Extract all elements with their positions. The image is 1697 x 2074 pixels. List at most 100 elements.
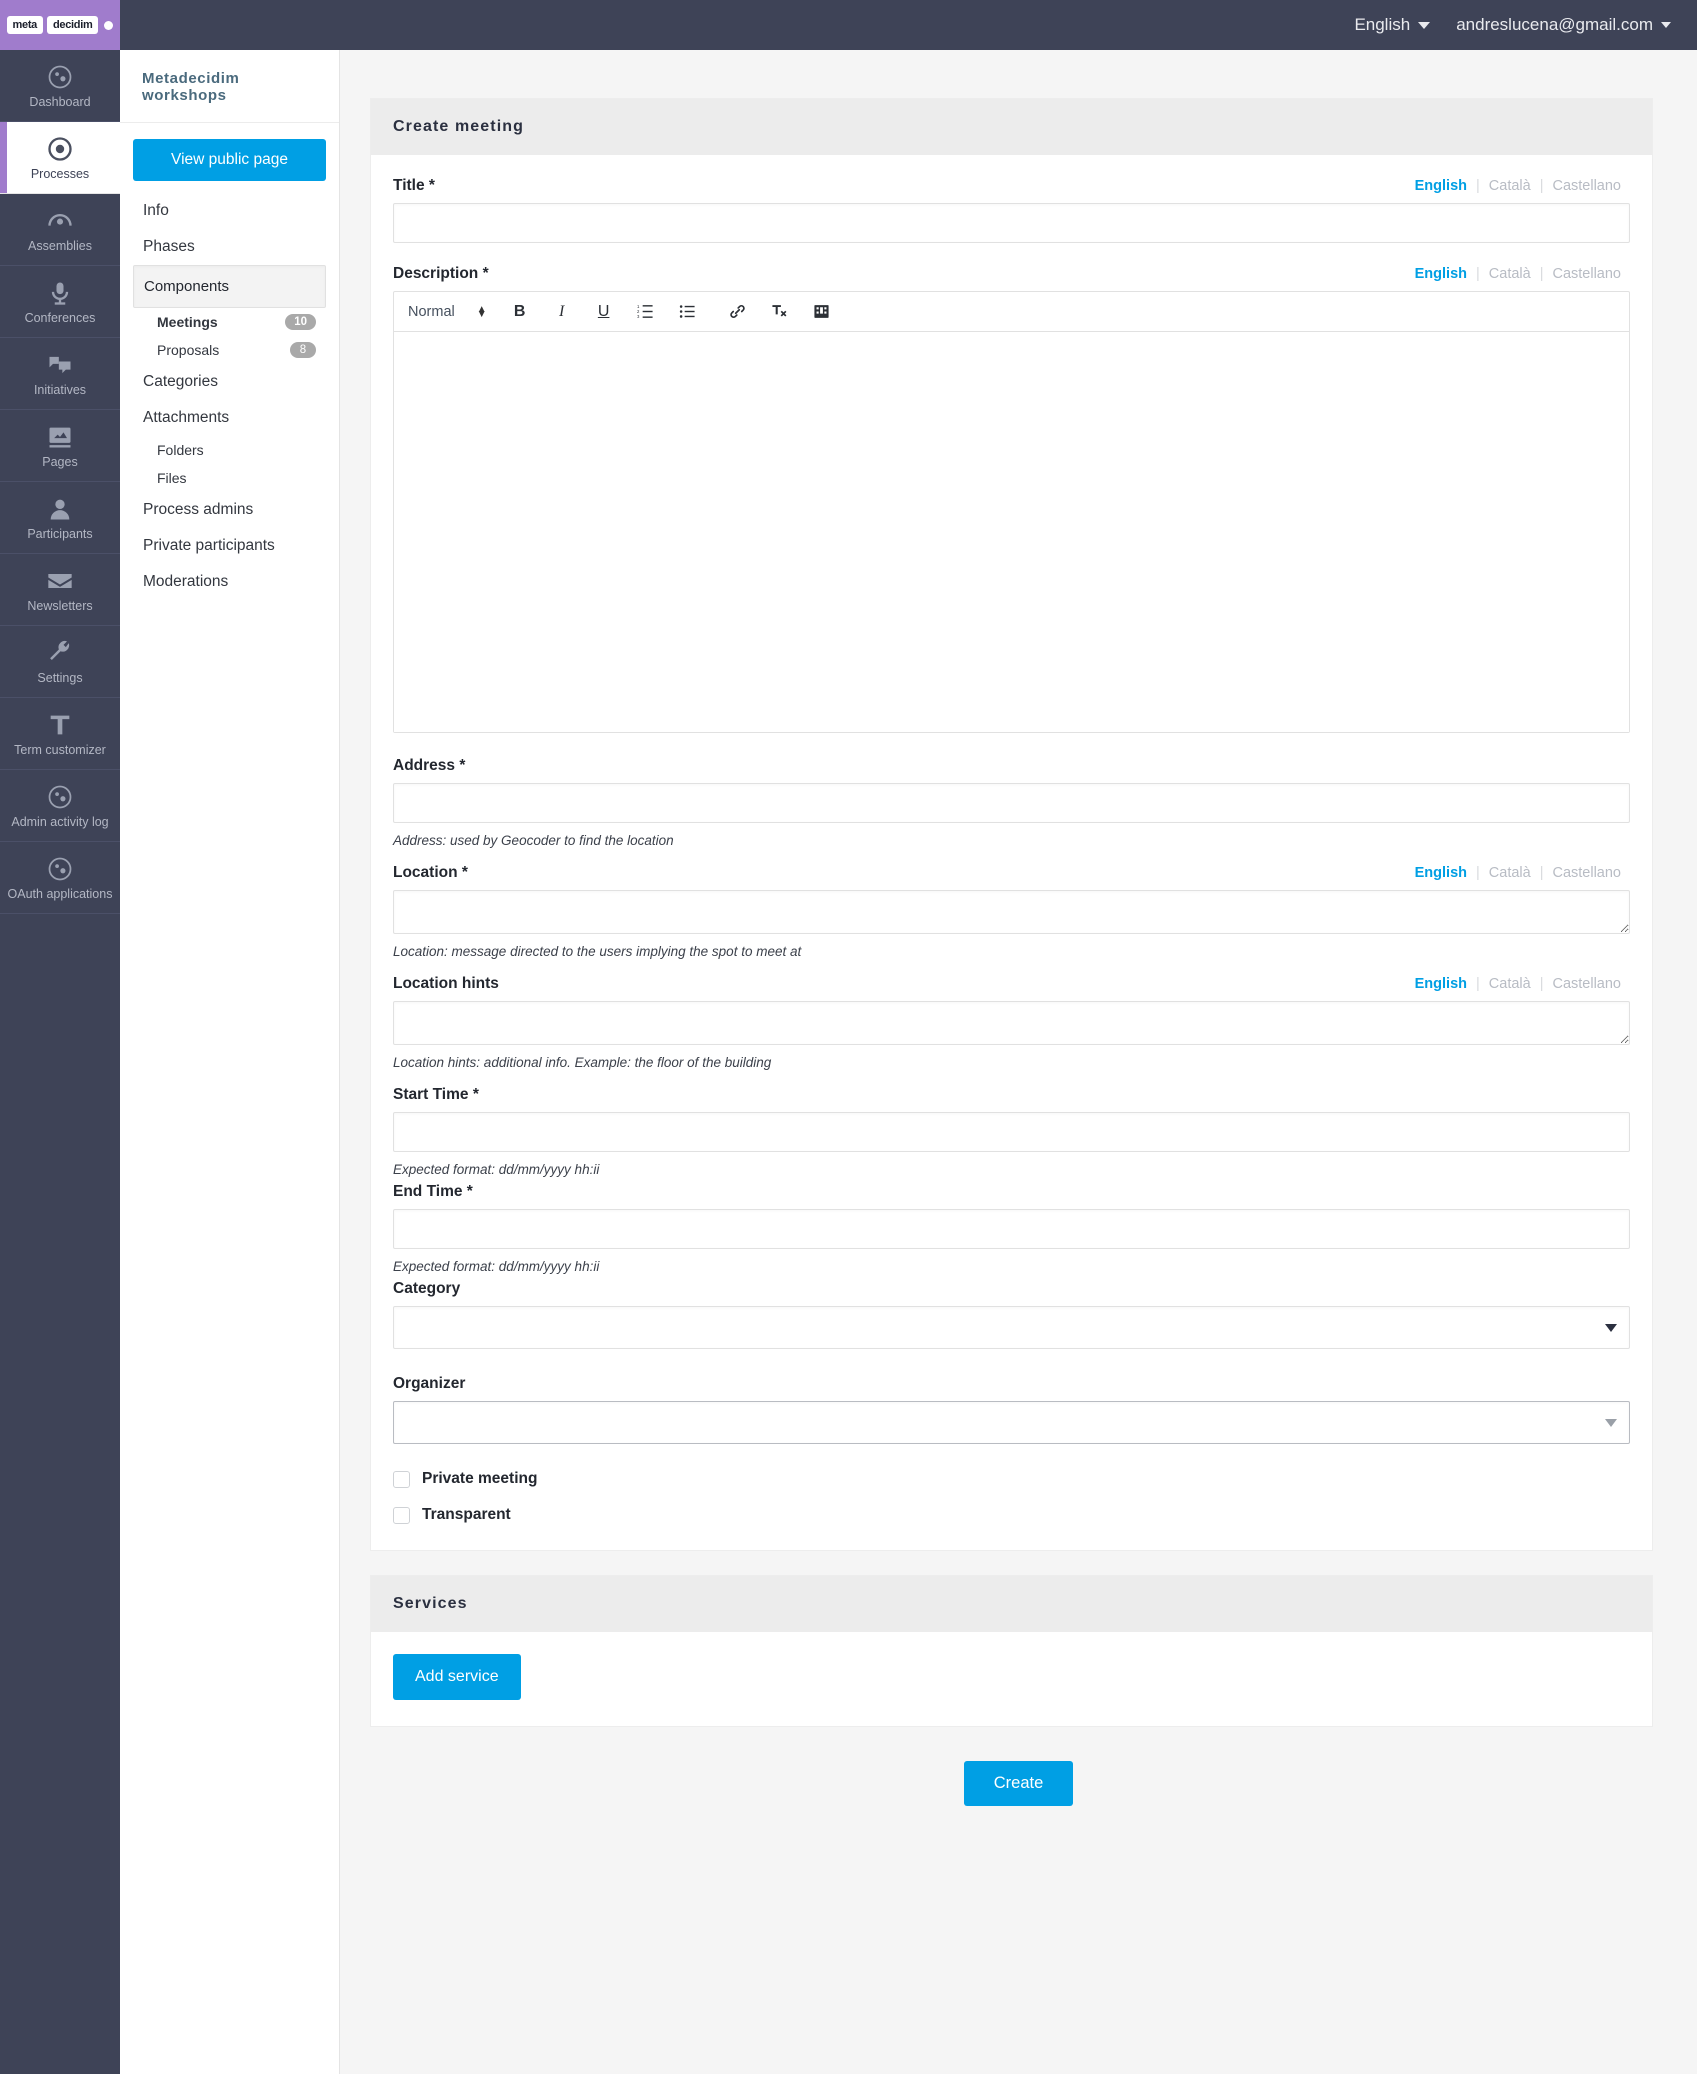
sidebar-item-components[interactable]: Components [133, 265, 326, 308]
address-input[interactable] [393, 783, 1630, 823]
description-editor: Normal ▲ ▼ B I U 123 [393, 291, 1630, 733]
sidebar-item-private-participants[interactable]: Private participants [133, 528, 326, 564]
location-field: Location * English | Català | Castellano… [393, 864, 1630, 959]
video-icon[interactable] [807, 299, 837, 325]
format-select[interactable]: Normal ▲ ▼ [404, 304, 499, 320]
sidebar-item-categories[interactable]: Categories [133, 364, 326, 400]
clear-format-icon[interactable] [765, 299, 795, 325]
sidebar-item-initiatives[interactable]: Initiatives [0, 338, 120, 410]
end-time-input[interactable] [393, 1209, 1630, 1249]
transparent-row[interactable]: Transparent [393, 1506, 1630, 1524]
location-hint: Location: message directed to the users … [393, 944, 802, 959]
organizer-select-wrap [393, 1401, 1630, 1444]
underline-button[interactable]: U [589, 299, 619, 325]
lang-tab-english[interactable]: English [1406, 266, 1476, 282]
description-editor-area[interactable] [394, 332, 1629, 732]
nav-label: Info [143, 202, 169, 219]
sidebar-item-folders[interactable]: Folders [133, 436, 326, 464]
location-hints-field-head: Location hints English | Català | Castel… [393, 975, 1630, 993]
bullet-list-icon[interactable] [673, 299, 703, 325]
start-time-input[interactable] [393, 1112, 1630, 1152]
address-label: Address * [393, 757, 465, 775]
brand-logo[interactable]: meta decidim [0, 0, 120, 50]
top-bar-right: English andreslucena@gmail.com [1354, 15, 1697, 35]
location-label: Location * [393, 864, 468, 882]
sidebar-item-conferences[interactable]: Conferences [0, 266, 120, 338]
language-selector[interactable]: English [1354, 15, 1431, 35]
sidebar-item-admin-activity-log[interactable]: Admin activity log [0, 770, 120, 842]
sidebar-item-attachments[interactable]: Attachments [133, 400, 326, 436]
sidebar-item-assemblies[interactable]: Assemblies [0, 194, 120, 266]
brand-word-meta: meta [6, 16, 43, 34]
lang-tab-catala[interactable]: Català [1480, 178, 1540, 194]
main-sidebar: Dashboard Processes Assemblies Conferenc… [0, 50, 120, 2074]
submit-area: Create [340, 1727, 1697, 1866]
sidebar-item-proposals[interactable]: Proposals 8 [133, 336, 326, 364]
sidebar-item-info[interactable]: Info [133, 193, 326, 229]
lang-tab-english[interactable]: English [1406, 976, 1476, 992]
lang-tab-castellano[interactable]: Castellano [1543, 178, 1630, 194]
nav-label: Private participants [143, 537, 275, 554]
brand-dot-icon [104, 20, 114, 30]
sidebar-item-oauth-applications[interactable]: OAuth applications [0, 842, 120, 914]
required-marker: * [482, 265, 489, 282]
sidebar-item-files[interactable]: Files [133, 464, 326, 492]
globe-icon [46, 783, 74, 811]
sidebar-item-process-admins[interactable]: Process admins [133, 492, 326, 528]
description-label: Description * [393, 265, 489, 283]
lang-tab-castellano[interactable]: Castellano [1543, 865, 1630, 881]
description-label-text: Description [393, 265, 479, 282]
view-public-page-button[interactable]: View public page [133, 139, 326, 181]
private-meeting-checkbox[interactable] [393, 1470, 410, 1488]
lang-tab-english[interactable]: English [1406, 178, 1476, 194]
location-hints-language-tabs: English | Català | Castellano [1406, 976, 1630, 992]
process-title: Metadecidim workshops [120, 50, 339, 123]
location-hints-textarea[interactable] [393, 1001, 1630, 1045]
sidebar-item-dashboard[interactable]: Dashboard [0, 50, 120, 122]
title-field: Title * English | Català | Castellano [393, 177, 1630, 243]
sidebar-item-term-customizer[interactable]: Term customizer [0, 698, 120, 770]
link-icon[interactable] [723, 299, 753, 325]
sidebar-item-participants[interactable]: Participants [0, 482, 120, 554]
organizer-label: Organizer [393, 1375, 466, 1392]
user-menu[interactable]: andreslucena@gmail.com [1456, 15, 1671, 35]
lang-tab-catala[interactable]: Català [1480, 976, 1540, 992]
private-meeting-row[interactable]: Private meeting [393, 1470, 1630, 1488]
sidebar-item-phases[interactable]: Phases [133, 229, 326, 265]
required-marker: * [461, 864, 468, 881]
bold-button[interactable]: B [505, 299, 535, 325]
sidebar-item-settings[interactable]: Settings [0, 626, 120, 698]
sidebar-item-moderations[interactable]: Moderations [133, 564, 326, 600]
location-textarea[interactable] [393, 890, 1630, 934]
category-select[interactable] [393, 1306, 1630, 1349]
required-marker: * [459, 757, 466, 774]
lang-tab-castellano[interactable]: Castellano [1543, 266, 1630, 282]
target-icon [46, 135, 74, 163]
transparent-checkbox[interactable] [393, 1506, 410, 1524]
organizer-select[interactable] [393, 1401, 1630, 1444]
lang-tab-catala[interactable]: Català [1480, 266, 1540, 282]
speech-bubble-icon [46, 351, 74, 379]
nav-label: Meetings [157, 314, 218, 330]
lang-tab-castellano[interactable]: Castellano [1543, 976, 1630, 992]
sidebar-item-pages[interactable]: Pages [0, 410, 120, 482]
italic-button[interactable]: I [547, 299, 577, 325]
create-meeting-card: Create meeting Title * English | Català [370, 98, 1653, 1551]
assembly-icon [46, 207, 74, 235]
lang-tab-catala[interactable]: Català [1480, 865, 1540, 881]
sidebar-item-newsletters[interactable]: Newsletters [0, 554, 120, 626]
wrench-icon [46, 639, 74, 667]
sidebar-label: Participants [27, 526, 93, 541]
lang-tab-english[interactable]: English [1406, 865, 1476, 881]
sidebar-label: Initiatives [33, 382, 87, 397]
person-icon [46, 495, 74, 523]
title-input[interactable] [393, 203, 1630, 243]
microphone-icon [46, 279, 74, 307]
end-time-field-head: End Time * [393, 1183, 1630, 1201]
add-service-button[interactable]: Add service [393, 1654, 521, 1700]
sidebar-item-processes[interactable]: Processes [0, 122, 120, 194]
create-meeting-title: Create meeting [371, 99, 1652, 155]
create-button[interactable]: Create [963, 1761, 1074, 1806]
sidebar-item-meetings[interactable]: Meetings 10 [133, 308, 326, 336]
ordered-list-icon[interactable]: 123 [631, 299, 661, 325]
